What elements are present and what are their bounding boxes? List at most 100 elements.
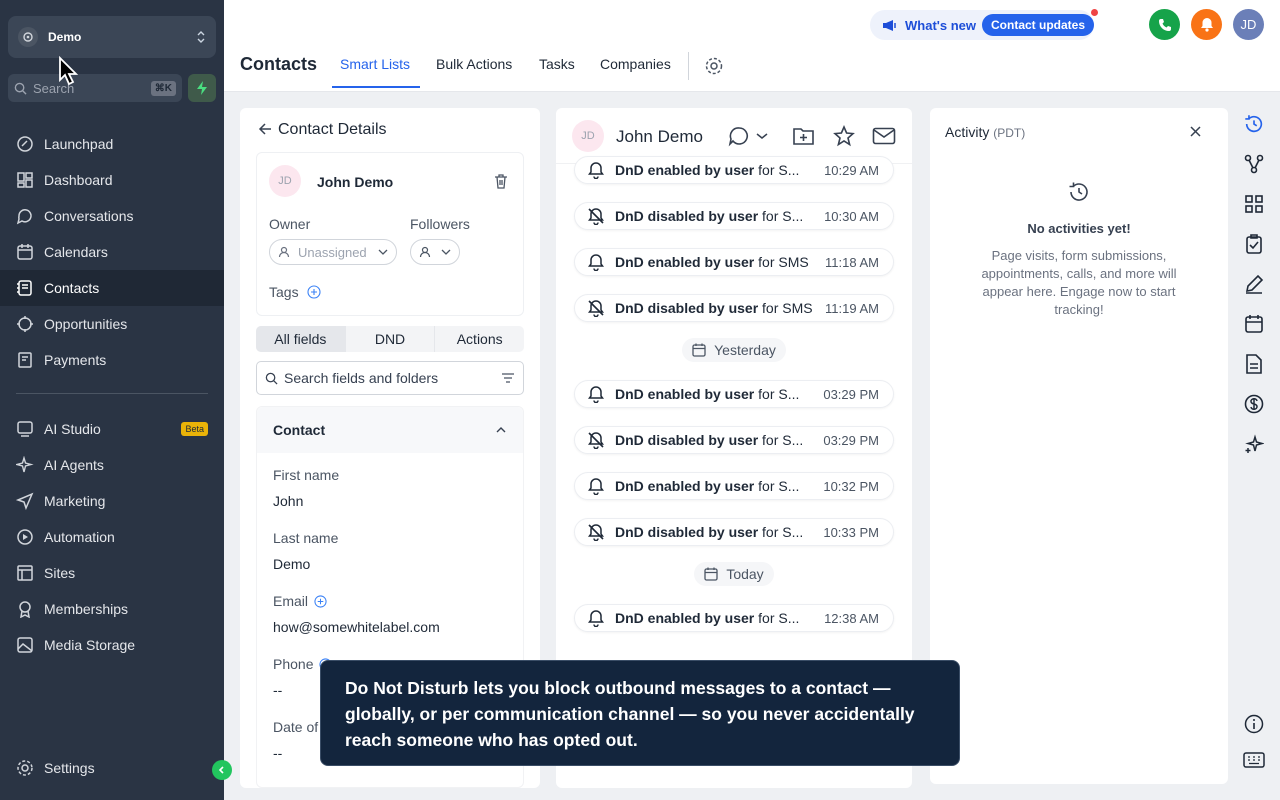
settings-gear-icon[interactable] bbox=[704, 56, 724, 76]
dnd-event-item[interactable]: DnD disabled by user for SMS 11:19 AM bbox=[574, 294, 894, 322]
add-email-icon[interactable] bbox=[314, 594, 327, 608]
tab-companies[interactable]: Companies bbox=[600, 56, 671, 72]
dnd-event-item[interactable]: DnD enabled by user for S... 03:29 PM bbox=[574, 380, 894, 408]
dnd-menu-button[interactable] bbox=[728, 125, 768, 147]
tab-bulk-actions[interactable]: Bulk Actions bbox=[436, 56, 512, 72]
search-input[interactable]: Search ⌘K bbox=[8, 74, 182, 102]
collapse-sidebar-button[interactable] bbox=[212, 760, 232, 780]
sidebar-item-conversations[interactable]: Conversations bbox=[0, 198, 224, 234]
event-time: 11:18 AM bbox=[825, 254, 879, 270]
whats-new-label: What's new bbox=[905, 17, 976, 33]
notifications-button[interactable] bbox=[1191, 9, 1222, 40]
dnd-event-item[interactable]: DnD enabled by user for S... 10:32 PM bbox=[574, 472, 894, 500]
event-time: 11:19 AM bbox=[825, 300, 879, 316]
workflow-icon[interactable] bbox=[1236, 149, 1272, 179]
bell-off-icon bbox=[587, 431, 605, 449]
tab-all-fields[interactable]: All fields bbox=[256, 326, 345, 352]
payments-icon bbox=[16, 351, 44, 369]
dnd-event-item[interactable]: DnD disabled by user for S... 10:30 AM bbox=[574, 202, 894, 230]
followers-select[interactable] bbox=[410, 239, 460, 265]
back-arrow-icon[interactable] bbox=[258, 122, 272, 136]
sidebar-item-label: Dashboard bbox=[44, 172, 113, 188]
event-title: DnD enabled by user bbox=[615, 162, 755, 178]
calendar-icon[interactable] bbox=[1236, 309, 1272, 339]
search-icon bbox=[265, 372, 278, 385]
sidebar-item-calendars[interactable]: Calendars bbox=[0, 234, 224, 270]
close-icon[interactable] bbox=[1190, 126, 1201, 137]
sidebar-item-memberships[interactable]: Memberships bbox=[0, 591, 224, 627]
empty-text: Page visits, form submissions, appointme… bbox=[981, 248, 1177, 317]
sidebar-item-payments[interactable]: Payments bbox=[0, 342, 224, 378]
field-search-input[interactable]: Search fields and folders bbox=[256, 361, 524, 395]
day-label: Today bbox=[726, 566, 764, 582]
membership-icon bbox=[16, 600, 44, 618]
bell-icon bbox=[587, 161, 605, 179]
ai-sparkle-icon[interactable] bbox=[1236, 429, 1272, 459]
dnd-event-item[interactable]: DnD enabled by user for S... 12:38 AM bbox=[574, 604, 894, 632]
field-tabs: All fields DND Actions bbox=[256, 326, 524, 352]
tags-label: Tags bbox=[269, 284, 299, 300]
field-label: First name bbox=[273, 467, 340, 483]
owner-value: Unassigned bbox=[298, 244, 367, 260]
first-name-value[interactable]: John bbox=[273, 493, 303, 509]
tab-dnd[interactable]: DND bbox=[344, 326, 435, 352]
user-avatar[interactable]: JD bbox=[1233, 9, 1264, 40]
field-label: Phone bbox=[273, 656, 314, 672]
tasks-clipboard-icon[interactable] bbox=[1236, 229, 1272, 259]
sidebar-item-automation[interactable]: Automation bbox=[0, 519, 224, 555]
sidebar-item-label: Media Storage bbox=[44, 637, 136, 653]
filter-icon[interactable] bbox=[501, 372, 515, 384]
sidebar-item-contacts[interactable]: Contacts bbox=[0, 270, 224, 306]
document-icon[interactable] bbox=[1236, 349, 1272, 379]
add-tag-icon[interactable] bbox=[307, 285, 321, 299]
mail-icon[interactable] bbox=[872, 127, 896, 145]
dnd-event-item[interactable]: DnD disabled by user for S... 10:33 PM bbox=[574, 518, 894, 546]
event-channel: for S... bbox=[754, 610, 800, 626]
dnd-event-item[interactable]: DnD enabled by user for S... 10:29 AM bbox=[574, 156, 894, 184]
event-time: 03:29 PM bbox=[823, 432, 879, 448]
quick-action-button[interactable] bbox=[188, 74, 216, 102]
sidebar-item-opportunities[interactable]: Opportunities bbox=[0, 306, 224, 342]
contact-section-header[interactable]: Contact bbox=[257, 407, 523, 453]
account-switcher[interactable]: Demo bbox=[8, 16, 216, 58]
keyboard-icon[interactable] bbox=[1236, 745, 1272, 775]
bell-icon bbox=[587, 253, 605, 271]
folder-add-icon[interactable] bbox=[792, 126, 815, 146]
sidebar-item-sites[interactable]: Sites bbox=[0, 555, 224, 591]
tab-actions[interactable]: Actions bbox=[434, 326, 524, 352]
sidebar-item-ai-agents[interactable]: AI Agents bbox=[0, 447, 224, 483]
tab-tasks[interactable]: Tasks bbox=[539, 56, 575, 72]
last-name-value[interactable]: Demo bbox=[273, 556, 310, 572]
info-icon[interactable] bbox=[1236, 709, 1272, 739]
tab-smart-lists[interactable]: Smart Lists bbox=[340, 56, 410, 72]
sidebar-item-marketing[interactable]: Marketing bbox=[0, 483, 224, 519]
user-icon bbox=[278, 246, 290, 258]
owner-select[interactable]: Unassigned bbox=[269, 239, 397, 265]
sidebar-item-ai-studio[interactable]: AI Studio Beta bbox=[0, 411, 224, 447]
conversation-avatar: JD bbox=[572, 120, 604, 152]
sidebar-item-launchpad[interactable]: Launchpad bbox=[0, 126, 224, 162]
day-label: Yesterday bbox=[714, 342, 776, 358]
image-icon bbox=[16, 636, 44, 654]
event-channel: for S... bbox=[754, 162, 800, 178]
sidebar-item-dashboard[interactable]: Dashboard bbox=[0, 162, 224, 198]
activity-history-icon[interactable] bbox=[1236, 109, 1272, 139]
email-value[interactable]: how@somewhitelabel.com bbox=[273, 619, 440, 635]
dollar-icon[interactable] bbox=[1236, 389, 1272, 419]
sidebar-item-media-storage[interactable]: Media Storage bbox=[0, 627, 224, 663]
chevron-up-icon bbox=[495, 426, 507, 434]
phone-value[interactable]: -- bbox=[273, 682, 282, 698]
dnd-event-item[interactable]: DnD enabled by user for SMS 11:18 AM bbox=[574, 248, 894, 276]
calendar-icon bbox=[16, 243, 44, 261]
star-icon[interactable] bbox=[833, 125, 855, 147]
date-value[interactable]: -- bbox=[273, 745, 282, 761]
phone-button[interactable] bbox=[1149, 9, 1180, 40]
trash-icon[interactable] bbox=[493, 173, 509, 189]
integrations-icon[interactable] bbox=[1236, 189, 1272, 219]
pen-icon[interactable] bbox=[1236, 269, 1272, 299]
contact-updates-badge[interactable]: Contact updates bbox=[982, 14, 1095, 36]
sidebar-item-settings[interactable]: Settings bbox=[0, 750, 224, 786]
dnd-event-item[interactable]: DnD disabled by user for S... 03:29 PM bbox=[574, 426, 894, 454]
calendar-icon bbox=[704, 567, 718, 581]
sidebar: Demo Search ⌘K Launchpad Dashboard Conve… bbox=[0, 0, 224, 800]
